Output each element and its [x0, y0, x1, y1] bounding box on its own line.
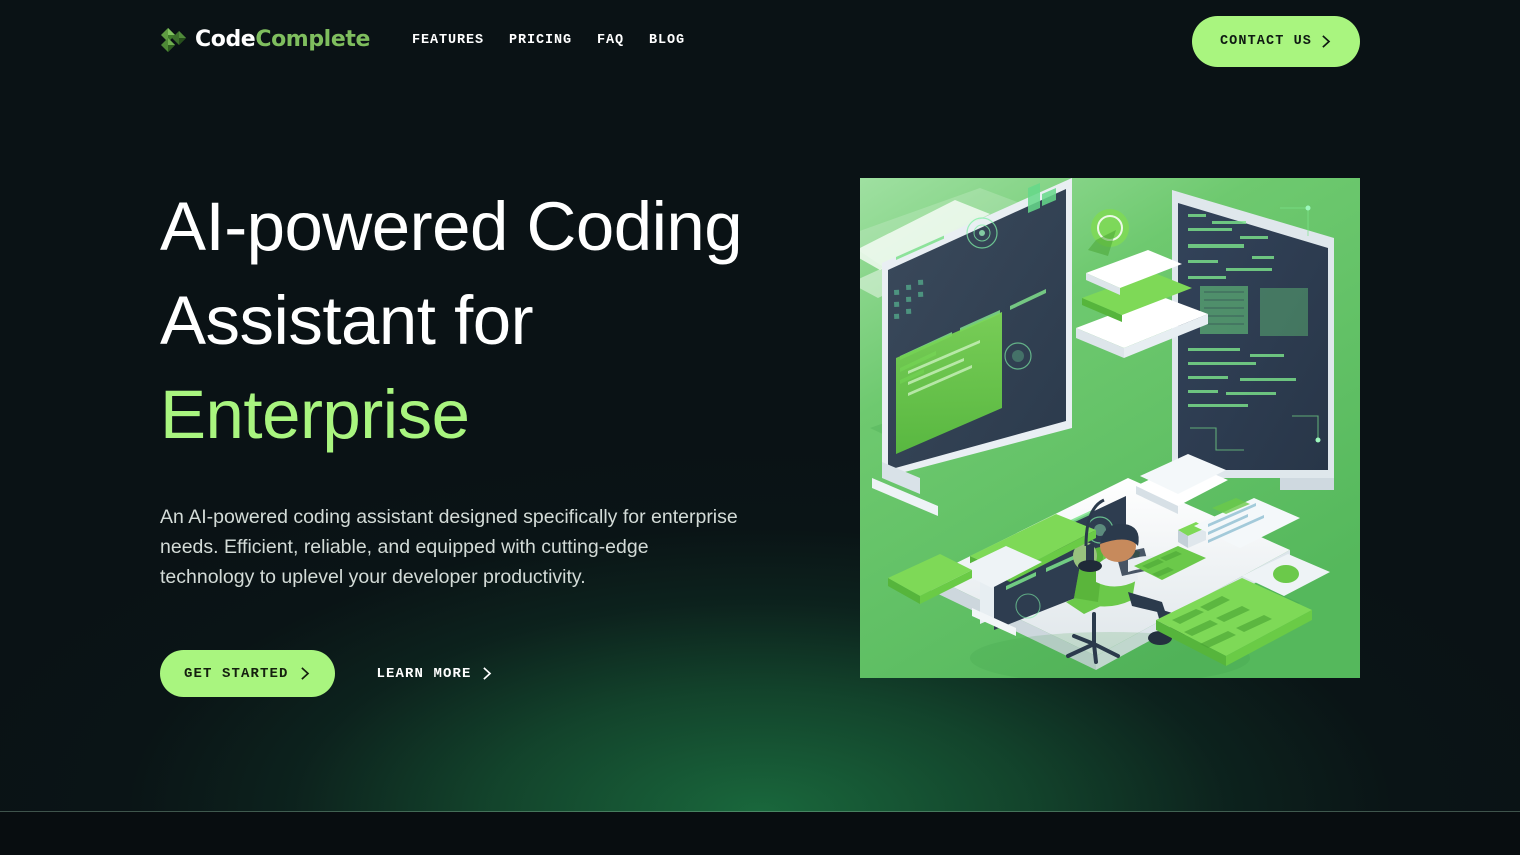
hero-headline-accent: Enterprise [160, 375, 470, 453]
hero-headline-line-2: Assistant for [160, 281, 534, 359]
brand-logo-link[interactable]: CodeComplete [160, 26, 370, 54]
hero-isometric-developer-workspace-image [860, 178, 1360, 678]
learn-more-button[interactable]: LEARN MORE [377, 666, 493, 682]
brand-wordmark-part1: Code [195, 27, 256, 52]
primary-navigation: FEATURES PRICING FAQ BLOG [412, 33, 685, 48]
next-section-strip [0, 812, 1520, 855]
chevron-right-icon [300, 667, 309, 681]
chevron-right-icon [482, 667, 491, 681]
nav-item-pricing[interactable]: PRICING [509, 33, 572, 48]
nav-item-features[interactable]: FEATURES [412, 33, 484, 48]
hero-illustration [860, 178, 1360, 678]
brand-wordmark: CodeComplete [195, 29, 370, 51]
get-started-label: GET STARTED [184, 665, 289, 682]
chevron-right-icon [1322, 35, 1331, 48]
nav-item-faq[interactable]: FAQ [597, 33, 624, 48]
codecomplete-diamond-logo-icon [161, 28, 186, 52]
hero-headline-line-1: AI-powered Coding [160, 188, 743, 265]
contact-us-button[interactable]: CONTACT US [1191, 16, 1360, 67]
site-header: CodeComplete FEATURES PRICING FAQ BLOG C… [0, 0, 1520, 84]
hero-copy-block: AI-powered Coding Assistant for Enterpri… [160, 180, 780, 698]
landing-page: CodeComplete FEATURES PRICING FAQ BLOG C… [0, 0, 1520, 855]
learn-more-label: LEARN MORE [376, 665, 472, 682]
hero-subcopy: An AI-powered coding assistant designed … [160, 506, 738, 588]
get-started-button[interactable]: GET STARTED [160, 650, 335, 698]
contact-us-label: CONTACT US [1219, 34, 1312, 49]
hero-cta-row: GET STARTED LEARN MORE [160, 650, 780, 698]
hero-headline: AI-powered Coding Assistant for Enterpri… [160, 180, 780, 461]
brand-wordmark-part2: Complete [255, 27, 370, 52]
nav-item-blog[interactable]: BLOG [649, 33, 685, 48]
